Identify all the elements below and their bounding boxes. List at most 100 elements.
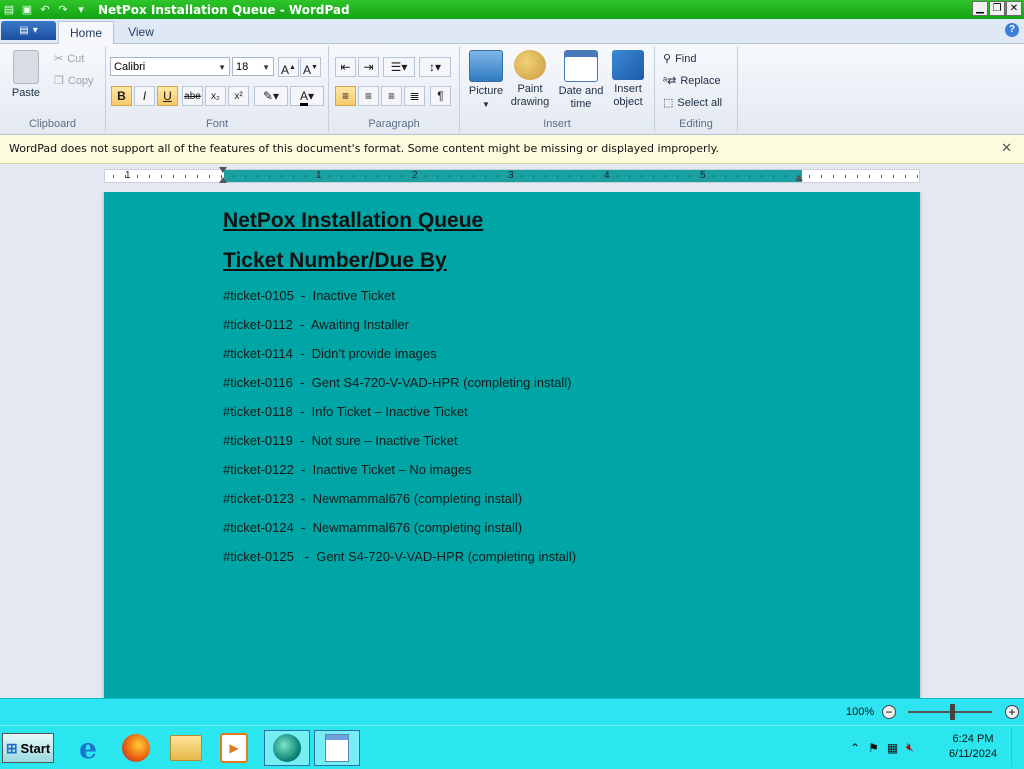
shrink-font-button[interactable]: A▼ bbox=[300, 57, 321, 77]
action-center-flag-icon[interactable]: ⚑ bbox=[868, 741, 879, 755]
cut-button[interactable]: ✂ Cut bbox=[54, 52, 85, 66]
taskbar-app-circle[interactable] bbox=[264, 730, 310, 766]
volume-muted-icon[interactable]: 🔇︎ bbox=[906, 740, 914, 755]
document-page[interactable]: NetPox Installation Queue Ticket Number/… bbox=[104, 192, 920, 698]
close-icon[interactable]: ✕ bbox=[1001, 135, 1012, 163]
ruler-tick bbox=[185, 175, 186, 178]
ruler-tick bbox=[365, 175, 366, 178]
minimize-button[interactable]: ▁ bbox=[972, 1, 988, 16]
paint-label-1: Paint bbox=[517, 83, 543, 95]
copy-icon: ❐ bbox=[54, 75, 64, 87]
bullets-button[interactable]: ☰▾ bbox=[383, 57, 415, 77]
ruler-tick bbox=[761, 175, 762, 178]
justify-button[interactable]: ≣ bbox=[404, 86, 425, 106]
paint-drawing-button[interactable]: Paint drawing bbox=[508, 50, 552, 109]
superscript-button[interactable]: x² bbox=[228, 86, 249, 106]
left-indent-marker[interactable] bbox=[219, 177, 227, 183]
ruler-tick bbox=[713, 175, 714, 178]
quick-access-toolbar: ▤ ▣ ↶ ↷ ▾ bbox=[0, 0, 90, 19]
font-family-select[interactable]: Calibri ▼ bbox=[110, 57, 230, 76]
wordpad-icon bbox=[325, 734, 349, 762]
taskbar-wordpad[interactable] bbox=[314, 730, 360, 766]
customize-toolbar-icon[interactable]: ▾ bbox=[72, 1, 90, 18]
ruler-tick bbox=[317, 175, 318, 178]
subscript-button[interactable]: x₂ bbox=[205, 86, 226, 106]
undo-icon[interactable]: ↶ bbox=[36, 1, 54, 18]
ticket-line: #ticket-0118 - Info Ticket – Inactive Ti… bbox=[223, 404, 468, 419]
select-all-button[interactable]: ⬚ Select all bbox=[663, 96, 722, 110]
taskbar-media-player[interactable]: ▶ bbox=[214, 730, 254, 766]
italic-button[interactable]: I bbox=[134, 86, 155, 106]
clipboard-group-label: Clipboard bbox=[28, 118, 77, 130]
align-center-button[interactable]: ≡ bbox=[358, 86, 379, 106]
taskbar-internet-explorer[interactable]: e bbox=[68, 730, 108, 766]
ruler-tick bbox=[257, 175, 258, 178]
ruler-tick bbox=[557, 175, 558, 178]
document-area[interactable]: NetPox Installation Queue Ticket Number/… bbox=[0, 192, 1024, 698]
taskbar-firefox[interactable] bbox=[116, 730, 156, 766]
help-icon[interactable]: ? bbox=[1005, 23, 1019, 37]
ruler-tick bbox=[773, 175, 774, 178]
cut-label: Cut bbox=[67, 52, 85, 65]
app-menu-button[interactable]: ▤ ▾ bbox=[1, 21, 56, 40]
start-button[interactable]: ⊞ Start bbox=[2, 733, 54, 763]
line-spacing-button[interactable]: ↕▾ bbox=[419, 57, 451, 77]
align-left-button[interactable]: ≡ bbox=[335, 86, 356, 106]
font-size-select[interactable]: 18 ▼ bbox=[232, 57, 274, 76]
insert-object-button[interactable]: Insert object bbox=[608, 50, 648, 109]
copy-label: Copy bbox=[67, 74, 94, 87]
date-time-label-2: time bbox=[570, 98, 592, 110]
replace-label: Replace bbox=[680, 74, 721, 87]
zoom-in-button[interactable]: + bbox=[1005, 705, 1019, 719]
close-button[interactable]: ✕ bbox=[1006, 1, 1022, 16]
font-color-button[interactable]: A▾ bbox=[290, 86, 324, 106]
ruler-tick bbox=[161, 175, 162, 178]
taskbar-clock[interactable]: 6:24 PM 6/11/2024 bbox=[943, 732, 1003, 762]
insert-group-label: Insert bbox=[543, 118, 571, 130]
grow-font-button[interactable]: A▲ bbox=[278, 57, 299, 77]
first-line-indent-marker[interactable] bbox=[219, 167, 227, 173]
taskbar: ⊞ Start e ▶ ⌃ ⚑ ▦ 🔇︎ 6:24 PM 6/11/2024 bbox=[0, 725, 1024, 769]
tab-view[interactable]: View bbox=[116, 21, 166, 43]
insert-object-label-2: object bbox=[613, 96, 643, 108]
zoom-out-button[interactable]: − bbox=[882, 705, 896, 719]
restore-button[interactable]: ❐ bbox=[989, 1, 1005, 16]
binoculars-icon: ⚲ bbox=[663, 53, 672, 65]
right-indent-marker[interactable] bbox=[795, 175, 803, 181]
font-family-value: Calibri bbox=[114, 61, 146, 73]
date-time-button[interactable]: Date and time bbox=[556, 50, 606, 111]
strikethrough-button[interactable]: abe bbox=[182, 86, 203, 106]
find-label: Find bbox=[675, 52, 697, 65]
wordpad-app-icon[interactable]: ▤ bbox=[0, 1, 18, 18]
ruler-tick bbox=[389, 175, 390, 178]
network-icon[interactable]: ▦ bbox=[887, 741, 898, 755]
taskbar-file-explorer[interactable] bbox=[166, 730, 206, 766]
align-right-button[interactable]: ≡ bbox=[381, 86, 402, 106]
ruler-tick bbox=[617, 175, 618, 178]
paint-label-2: drawing bbox=[510, 96, 550, 108]
zoom-slider-thumb[interactable] bbox=[950, 704, 955, 720]
copy-button[interactable]: ❐ Copy bbox=[54, 74, 94, 88]
ruler-tick bbox=[725, 175, 726, 178]
paste-button[interactable]: Paste bbox=[8, 50, 44, 100]
decrease-indent-button[interactable]: ⇤ bbox=[335, 57, 356, 77]
increase-indent-button[interactable]: ⇥ bbox=[358, 57, 379, 77]
select-all-icon: ⬚ bbox=[663, 97, 674, 109]
paragraph-settings-button[interactable]: ¶ bbox=[430, 86, 451, 106]
ruler-tick bbox=[245, 175, 246, 178]
highlight-color-button[interactable]: ✎▾ bbox=[254, 86, 288, 106]
bold-button[interactable]: B bbox=[111, 86, 132, 106]
warning-message: WordPad does not support all of the feat… bbox=[9, 142, 720, 155]
tab-home[interactable]: Home bbox=[58, 21, 114, 44]
ruler-tick bbox=[437, 175, 438, 178]
save-icon[interactable]: ▣ bbox=[18, 1, 36, 18]
picture-button[interactable]: Picture ▼ bbox=[464, 50, 508, 111]
ruler-tick bbox=[593, 175, 594, 178]
find-button[interactable]: ⚲ Find bbox=[663, 52, 697, 66]
redo-icon[interactable]: ↷ bbox=[54, 1, 72, 18]
show-hidden-icons-icon[interactable]: ⌃ bbox=[850, 741, 860, 755]
show-desktop-button[interactable] bbox=[1011, 728, 1024, 767]
ruler-tick bbox=[329, 175, 330, 178]
replace-button[interactable]: ᵃ⇄ Replace bbox=[663, 74, 721, 88]
underline-button[interactable]: U bbox=[157, 86, 178, 106]
